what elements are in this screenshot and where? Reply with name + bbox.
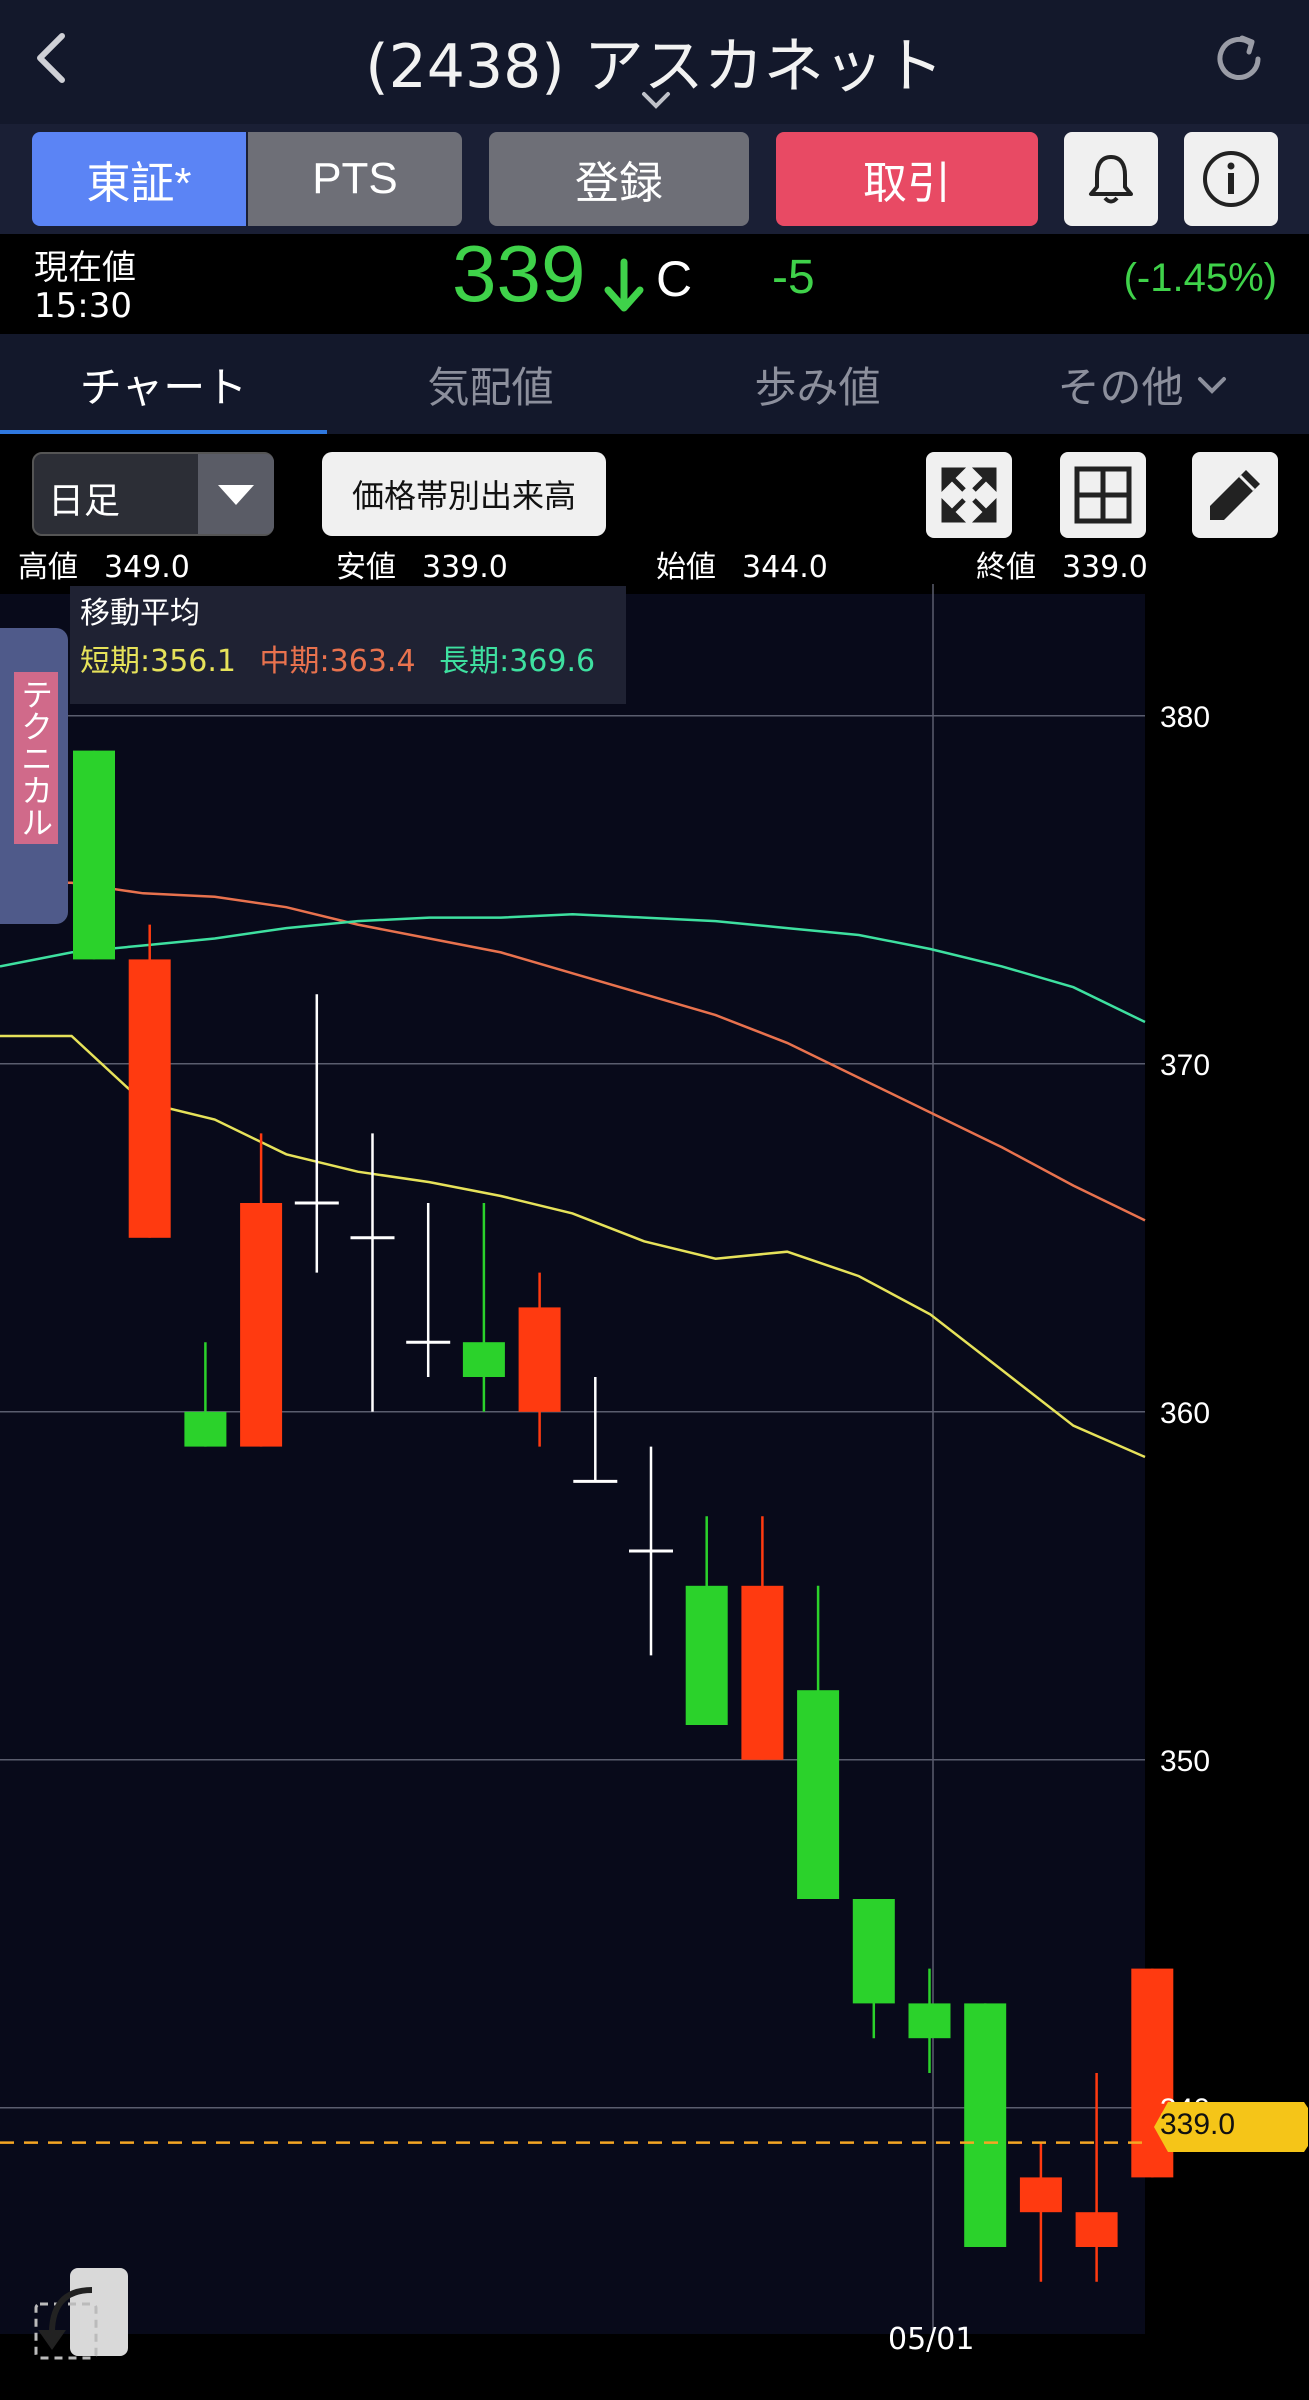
market-tosho-button[interactable]: 東証*	[32, 132, 246, 226]
y-axis: 340350360370380	[1160, 701, 1210, 2126]
moving-average-legend: 移動平均 短期:356.1 中期:363.4 長期:369.6	[70, 586, 626, 704]
tab-other-label: その他	[1057, 362, 1184, 412]
candle-body	[73, 750, 115, 960]
tab-other[interactable]: その他	[981, 334, 1308, 434]
candle-body	[964, 2003, 1007, 2247]
ohlc-low: 安値 339.0	[336, 550, 508, 585]
period-value: 日足	[48, 481, 121, 522]
register-button[interactable]: 登録	[489, 132, 749, 226]
price-summary: 現在値 15:30 339 C -5 (-1.45%)	[0, 229, 1309, 334]
price-label: 現在値	[34, 248, 136, 288]
info-icon	[1203, 151, 1259, 207]
ohlc-close: 終値 339.0	[976, 550, 1148, 585]
candlestick-chart[interactable]: 340350360370380	[0, 434, 1309, 2400]
draw-button[interactable]	[1192, 452, 1278, 538]
pencil-icon	[1210, 470, 1260, 520]
y-tick-label: 360	[1160, 1397, 1210, 1430]
candle	[128, 924, 171, 1238]
candle-body	[908, 2003, 951, 2039]
ohlc-open: 始値 344.0	[656, 550, 828, 585]
chart-area: 340350360370380 日足 価格帯別出来高	[0, 434, 1309, 2400]
price-change-percent: (-1.45%)	[1123, 256, 1277, 300]
ma-legend-values: 短期:356.1 中期:363.4 長期:369.6	[80, 636, 595, 680]
y-tick-label: 350	[1160, 1745, 1210, 1778]
candle	[73, 750, 115, 960]
current-price-tag-label: 339.0	[1160, 2108, 1236, 2141]
candle-body	[184, 1411, 227, 1447]
price-change: -5	[772, 251, 815, 304]
y-tick-label: 380	[1160, 701, 1210, 734]
grid-icon	[1074, 466, 1132, 524]
candle-body	[518, 1307, 561, 1412]
candle-body	[1019, 2177, 1062, 2213]
bell-icon	[1089, 155, 1133, 204]
action-bar: 東証* PTS 登録 取引	[0, 124, 1309, 234]
caret-down-icon	[218, 485, 254, 505]
candle-body	[741, 1585, 784, 1760]
refresh-icon[interactable]	[1210, 30, 1268, 88]
period-dropdown-button[interactable]	[198, 454, 274, 534]
market-pts-button[interactable]: PTS	[248, 132, 462, 226]
ma-legend-title: 移動平均	[80, 596, 200, 631]
close-flag: C	[656, 251, 693, 307]
layout-button[interactable]	[1060, 452, 1146, 538]
chevron-down-icon[interactable]	[636, 86, 676, 114]
top-bar: (2438) アスカネット	[0, 0, 1309, 124]
ma-short-value: 短期:356.1	[80, 644, 236, 679]
expand-icon	[941, 467, 997, 523]
candle-body	[685, 1585, 728, 1725]
candle-body	[852, 1899, 895, 2004]
trade-button[interactable]: 取引	[776, 132, 1038, 226]
price-time: 15:30	[34, 286, 132, 326]
y-tick-label: 370	[1160, 1049, 1210, 1082]
candle-body	[797, 1690, 840, 1899]
tab-quote[interactable]: 気配値	[327, 334, 654, 434]
technical-label: テクニカル	[14, 672, 58, 844]
fullscreen-button[interactable]	[926, 452, 1012, 538]
ohlc-high: 高値 349.0	[18, 550, 190, 585]
candle-body	[462, 1342, 505, 1377]
technical-side-tab[interactable]: テクニカル	[0, 628, 68, 924]
undo-button[interactable]	[30, 2260, 134, 2364]
ma-long-value: 長期:369.6	[439, 644, 596, 679]
candle-body	[240, 1203, 283, 1447]
chevron-down-icon	[1197, 377, 1226, 394]
tab-ticks[interactable]: 歩み値	[654, 334, 981, 434]
candle-body	[128, 959, 171, 1238]
arrow-down-icon	[604, 258, 644, 312]
ma-mid-value: 中期:363.4	[259, 644, 416, 679]
candle	[964, 2003, 1007, 2247]
x-axis-date-label: 05/01	[888, 2322, 975, 2357]
period-select[interactable]: 日足	[32, 452, 274, 536]
tab-bar: チャート 気配値 歩み値 その他	[0, 334, 1309, 436]
info-button[interactable]	[1184, 132, 1278, 226]
alert-button[interactable]	[1064, 132, 1158, 226]
current-price: 339	[452, 229, 586, 318]
tab-chart[interactable]: チャート	[0, 334, 327, 434]
candle-body	[1075, 2212, 1118, 2247]
volume-profile-button[interactable]: 価格帯別出来高	[322, 452, 606, 536]
